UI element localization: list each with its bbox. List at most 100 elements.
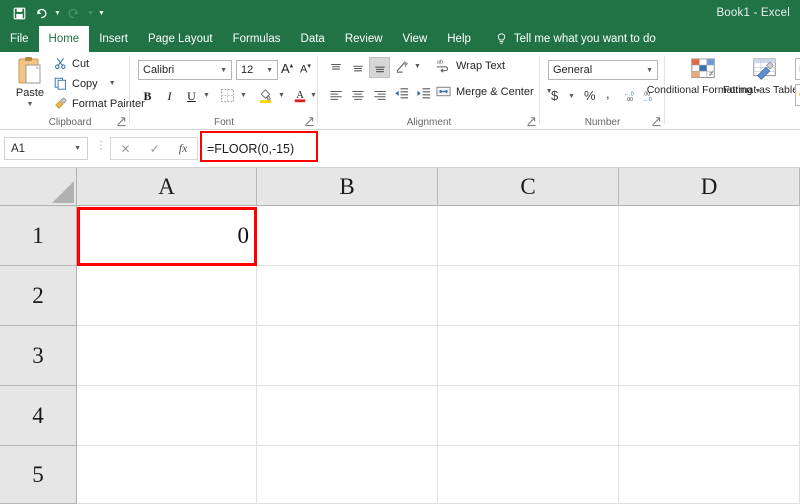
cell-style-calculation[interactable]: Cal [795, 84, 800, 106]
copy-button[interactable]: Copy ▼ [54, 77, 116, 90]
tab-data[interactable]: Data [291, 26, 335, 52]
cell-style-normal[interactable]: No [795, 58, 800, 80]
font-color-dropdown-button[interactable]: ▼ [310, 92, 317, 99]
row-header-4[interactable]: 4 [0, 386, 77, 446]
fill-color-button[interactable] [258, 87, 273, 103]
row-header-1[interactable]: 1 [0, 206, 77, 266]
save-icon[interactable] [8, 1, 30, 25]
align-middle-button[interactable] [347, 57, 368, 78]
percent-style-button[interactable]: % [584, 88, 596, 103]
align-top-button[interactable] [325, 57, 346, 78]
cell-C5[interactable] [438, 446, 619, 504]
clipboard-dialog-launcher-icon[interactable] [116, 116, 127, 127]
decrease-indent-button[interactable] [394, 86, 409, 101]
number-format-select[interactable]: General ▼ [548, 60, 658, 80]
font-name-input[interactable]: Calibri ▼ [138, 60, 232, 80]
decrease-font-size-button[interactable]: A▾ [300, 62, 311, 76]
row-header-3[interactable]: 3 [0, 326, 77, 386]
tell-me-box[interactable]: Tell me what you want to do [481, 26, 656, 52]
cell-styles-gallery[interactable]: No Cal [795, 58, 800, 106]
wrap-text-button[interactable]: ab Wrap Text [436, 58, 505, 73]
cell-C2[interactable] [438, 266, 619, 326]
undo-icon[interactable] [30, 1, 52, 25]
cell-A2[interactable] [77, 266, 257, 326]
name-box[interactable]: A1 ▼ [4, 137, 88, 160]
cell-C3[interactable] [438, 326, 619, 386]
paste-dropdown-icon[interactable]: ▼ [27, 101, 34, 108]
tab-help[interactable]: Help [437, 26, 481, 52]
font-name-dropdown-icon[interactable]: ▼ [220, 67, 227, 74]
font-size-dropdown-icon[interactable]: ▼ [266, 67, 273, 74]
borders-button[interactable] [220, 88, 235, 103]
row-header-5[interactable]: 5 [0, 446, 77, 504]
increase-indent-button[interactable] [416, 86, 431, 101]
cell-B4[interactable] [257, 386, 438, 446]
formula-input[interactable]: =FLOOR(0,-15) [200, 137, 794, 160]
tab-insert[interactable]: Insert [89, 26, 138, 52]
row-header-2[interactable]: 2 [0, 266, 77, 326]
align-bottom-button[interactable] [369, 57, 390, 78]
underline-dropdown-button[interactable]: ▼ [203, 92, 210, 99]
number-format-dropdown-icon[interactable]: ▼ [646, 67, 653, 74]
tab-page-layout[interactable]: Page Layout [138, 26, 223, 52]
cell-D4[interactable] [619, 386, 800, 446]
cell-A5[interactable] [77, 446, 257, 504]
cell-B2[interactable] [257, 266, 438, 326]
name-box-dropdown-icon[interactable]: ▼ [74, 145, 81, 152]
undo-dropdown-icon[interactable]: ▼ [52, 1, 63, 25]
cell-B3[interactable] [257, 326, 438, 386]
enter-icon[interactable]: ✓ [150, 142, 160, 156]
customize-quick-access-icon[interactable]: ▼ [96, 1, 107, 25]
alignment-dialog-launcher-icon[interactable] [526, 116, 537, 127]
cell-C4[interactable] [438, 386, 619, 446]
cell-B1[interactable] [257, 206, 438, 266]
fill-color-dropdown-button[interactable]: ▼ [278, 92, 285, 99]
increase-decimal-button[interactable]: ←.0 .00 [624, 89, 638, 103]
cancel-icon[interactable]: ✕ [121, 142, 131, 156]
borders-dropdown-icon: ▼ [240, 92, 247, 99]
cell-D1[interactable] [619, 206, 800, 266]
cell-A1[interactable]: 0 [77, 206, 257, 266]
cell-C1[interactable] [438, 206, 619, 266]
cell-A4[interactable] [77, 386, 257, 446]
format-as-table-button[interactable]: Format as Table▼ [723, 57, 798, 96]
cut-button[interactable]: Cut [54, 57, 89, 70]
cell-B5[interactable] [257, 446, 438, 504]
tab-review[interactable]: Review [335, 26, 393, 52]
tab-formulas[interactable]: Formulas [223, 26, 291, 52]
align-right-button[interactable] [369, 84, 390, 105]
cell-D5[interactable] [619, 446, 800, 504]
font-dialog-launcher-icon[interactable] [304, 116, 315, 127]
column-header-b[interactable]: B [257, 168, 438, 206]
comma-style-button[interactable]: , [606, 86, 610, 101]
cell-D3[interactable] [619, 326, 800, 386]
accounting-dropdown-button[interactable]: ▼ [568, 93, 575, 100]
merge-center-button[interactable]: Merge & Center ▼ [436, 84, 553, 99]
formula-bar-handle[interactable]: ⋮ [96, 141, 106, 156]
italic-button[interactable]: I [159, 86, 180, 107]
copy-dropdown-icon[interactable]: ▼ [109, 80, 116, 87]
orientation-button[interactable] [395, 59, 410, 74]
column-header-c[interactable]: C [438, 168, 619, 206]
accounting-format-button[interactable]: $ [551, 88, 558, 103]
align-left-button[interactable] [325, 84, 346, 105]
column-header-d[interactable]: D [619, 168, 800, 206]
tab-home[interactable]: Home [38, 26, 90, 52]
font-color-button[interactable]: A [293, 87, 307, 103]
paste-button[interactable]: Paste ▼ [8, 56, 52, 114]
font-size-input[interactable]: 12 ▼ [236, 60, 278, 80]
orientation-dropdown-button[interactable]: ▼ [414, 63, 421, 70]
underline-button[interactable]: U [181, 86, 202, 107]
column-header-a[interactable]: A [77, 168, 257, 206]
select-all-button[interactable] [0, 168, 77, 206]
bold-button[interactable]: B [137, 86, 158, 107]
tab-view[interactable]: View [393, 26, 438, 52]
number-dialog-launcher-icon[interactable] [651, 116, 662, 127]
cell-A3[interactable] [77, 326, 257, 386]
borders-dropdown-button[interactable]: ▼ [240, 92, 247, 99]
tab-file[interactable]: File [0, 26, 39, 52]
increase-font-size-button[interactable]: A▴ [281, 61, 293, 76]
align-center-button[interactable] [347, 84, 368, 105]
insert-function-icon[interactable]: fx [179, 141, 188, 156]
cell-D2[interactable] [619, 266, 800, 326]
